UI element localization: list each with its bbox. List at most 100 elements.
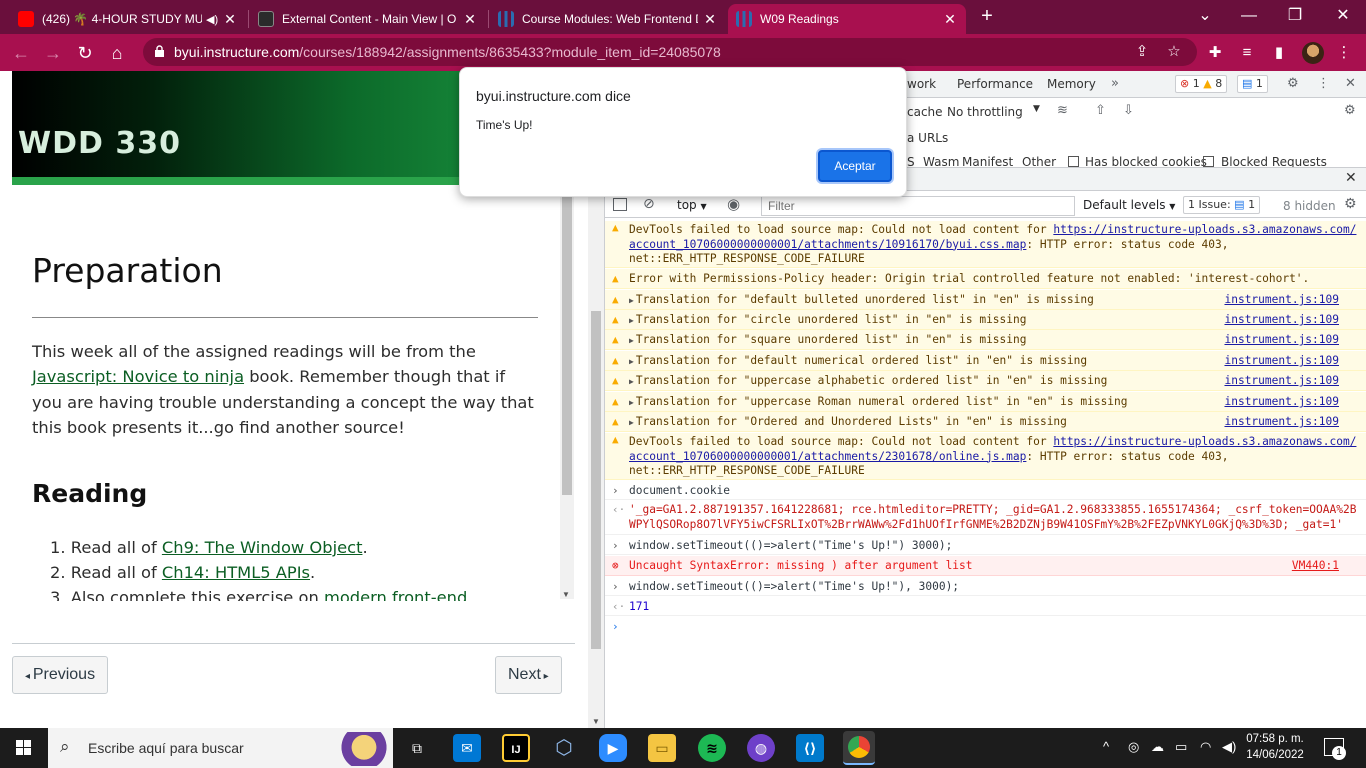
expand-triangle-icon[interactable]: ▶ xyxy=(629,336,634,345)
console-filter-input[interactable] xyxy=(761,196,1075,216)
throttling-select[interactable]: No throttling xyxy=(947,105,1023,119)
disable-cache-label[interactable]: cache xyxy=(907,105,943,119)
expand-triangle-icon[interactable]: ▶ xyxy=(629,316,634,325)
virtualbox-icon[interactable]: ⬡ xyxy=(550,734,578,762)
scroll-down-icon[interactable]: ▼ xyxy=(592,717,600,726)
chapter-link[interactable]: Ch9: The Window Object xyxy=(162,538,363,557)
console-input-line[interactable]: › window.setTimeout(()=>alert("Time's Up!… xyxy=(605,577,1366,596)
network-settings-icon[interactable]: ⚙ xyxy=(1344,103,1356,118)
close-devtools-icon[interactable]: ✕ xyxy=(1345,76,1356,91)
console-settings-icon[interactable]: ⚙ xyxy=(1344,196,1357,212)
clear-console-icon[interactable]: ⊘ xyxy=(643,196,655,212)
home-icon[interactable]: ⌂ xyxy=(104,40,130,66)
hide-data-urls-label[interactable]: a URLs xyxy=(907,131,948,145)
close-drawer-icon[interactable]: ✕ xyxy=(1345,170,1357,186)
source-map-link[interactable]: https://instructure-uploads.s3.amazonaws… xyxy=(1053,223,1356,236)
upload-icon[interactable]: ⇧ xyxy=(1095,103,1106,118)
volume-icon[interactable]: ◀) xyxy=(1222,739,1236,755)
accept-button[interactable]: Aceptar xyxy=(818,150,892,182)
minimize-button[interactable]: — xyxy=(1226,4,1272,30)
file-explorer-icon[interactable]: ▭ xyxy=(648,734,676,762)
back-arrow-icon[interactable]: ← xyxy=(8,40,34,66)
book-link[interactable]: Javascript: Novice to ninja xyxy=(32,367,244,386)
console-input-line[interactable]: › window.setTimeout(()=>alert("Time's Up!… xyxy=(605,536,1366,555)
close-tab-icon[interactable]: ✕ xyxy=(942,11,958,28)
error-warning-badge[interactable]: ⊗ 1 ▲ 8 xyxy=(1175,75,1228,93)
taskbar-clock[interactable]: 07:58 p. m. 14/06/2022 xyxy=(1244,731,1306,763)
tab-memory[interactable]: Memory xyxy=(1047,77,1096,91)
console-warning[interactable]: ▲ ▶ Translation for "uppercase Roman numer… xyxy=(605,392,1366,412)
download-icon[interactable]: ⇩ xyxy=(1123,103,1134,118)
sidebar-toggle-icon[interactable] xyxy=(613,198,627,211)
issues-badge[interactable]: ▤ 1 xyxy=(1237,75,1268,93)
source-map-link[interactable]: account_10706000000000001/attachments/23… xyxy=(629,450,1026,463)
next-button[interactable]: Next ▸ xyxy=(495,656,562,694)
source-link[interactable]: instrument.js:109 xyxy=(1224,333,1339,348)
restore-button[interactable]: ❐ xyxy=(1272,4,1318,30)
close-tab-icon[interactable]: ✕ xyxy=(222,11,238,28)
expand-triangle-icon[interactable]: ▶ xyxy=(629,296,634,305)
tab-network[interactable]: work xyxy=(907,77,936,91)
browser-tab-course-modules[interactable]: Course Modules: Web Frontend D ✕ xyxy=(490,4,726,34)
checkbox[interactable] xyxy=(1203,156,1214,167)
github-icon[interactable]: ◍ xyxy=(747,734,775,762)
side-panel-icon[interactable]: ▮ xyxy=(1269,43,1289,63)
console-warning[interactable]: ▲ ▶ Translation for "Ordered and Unordered… xyxy=(605,412,1366,432)
source-link[interactable]: instrument.js:109 xyxy=(1224,374,1339,389)
source-map-link[interactable]: https://instructure-uploads.s3.amazonaws… xyxy=(1053,435,1356,448)
extensions-puzzle-icon[interactable]: ✚ xyxy=(1205,43,1225,63)
expand-triangle-icon[interactable]: ▶ xyxy=(629,377,634,386)
source-link[interactable]: VM440:1 xyxy=(1292,559,1339,574)
scroll-down-icon[interactable]: ▼ xyxy=(562,590,570,599)
forward-arrow-icon[interactable]: → xyxy=(40,40,66,66)
console-warning[interactable]: ▲ ▶ Translation for "default numerical ord… xyxy=(605,351,1366,371)
console-warning[interactable]: ▲ ▶ Translation for "square unordered list… xyxy=(605,330,1366,350)
battery-icon[interactable]: ▭ xyxy=(1175,739,1187,755)
scrollbar-thumb[interactable] xyxy=(562,195,572,495)
source-link[interactable]: instrument.js:109 xyxy=(1224,415,1339,430)
url-text[interactable]: byui.instructure.com/courses/188942/assi… xyxy=(174,44,721,60)
scrollbar-thumb[interactable] xyxy=(591,311,601,649)
source-map-link[interactable]: account_10706000000000001/attachments/10… xyxy=(629,238,1026,251)
expand-triangle-icon[interactable]: ▶ xyxy=(629,418,634,427)
close-tab-icon[interactable]: ✕ xyxy=(462,11,478,28)
expand-triangle-icon[interactable]: ▶ xyxy=(629,357,634,366)
windows-start-icon[interactable] xyxy=(0,728,48,768)
wifi-icon[interactable]: ≋ xyxy=(1057,103,1068,118)
jetbrains-icon[interactable]: IJ xyxy=(502,734,530,762)
onedrive-cloud-icon[interactable]: ☁ xyxy=(1151,739,1164,755)
browser-tab-external-content[interactable]: External Content - Main View | O ✕ xyxy=(250,4,486,34)
chevron-down-icon[interactable]: ▼ xyxy=(1033,104,1040,114)
profile-avatar[interactable] xyxy=(1302,42,1324,64)
chapter-link[interactable]: Ch14: HTML5 APIs xyxy=(162,563,310,582)
more-tabs-chevron-icon[interactable]: » xyxy=(1111,76,1119,91)
issues-button[interactable]: 1 Issue: ▤ 1 xyxy=(1183,196,1261,214)
console-prompt[interactable]: › xyxy=(605,617,1366,637)
mail-icon[interactable]: ✉ xyxy=(453,734,481,762)
media-queue-icon[interactable]: ≡ xyxy=(1237,43,1257,63)
tab-performance[interactable]: Performance xyxy=(957,77,1033,91)
task-view-icon[interactable]: ⧉ xyxy=(403,734,431,762)
close-tab-icon[interactable]: ✕ xyxy=(702,11,718,28)
console-warning[interactable]: ▲ ▶ Translation for "uppercase alphabetic … xyxy=(605,371,1366,391)
console-warning[interactable]: ▲ ▶ Translation for "default bulleted unor… xyxy=(605,290,1366,310)
context-select[interactable]: top ▼ xyxy=(677,198,707,212)
zoom-icon[interactable]: ▶ xyxy=(599,734,627,762)
taskbar-search-box[interactable]: ⌕ Escribe aquí para buscar xyxy=(48,728,393,768)
previous-button[interactable]: ◂ Previous xyxy=(12,656,109,694)
settings-gear-icon[interactable]: ⚙ xyxy=(1287,76,1299,91)
console-warning[interactable]: ▲ ▶ Translation for "circle unordered list… xyxy=(605,310,1366,330)
close-window-button[interactable]: ✕ xyxy=(1320,4,1366,30)
show-hidden-icons-chevron-icon[interactable]: ^ xyxy=(1103,739,1109,754)
vscode-icon[interactable]: ⟨⟩ xyxy=(796,734,824,762)
new-tab-button[interactable]: + xyxy=(976,6,998,28)
speaker-icon[interactable]: ◀) xyxy=(206,13,218,26)
source-link[interactable]: instrument.js:109 xyxy=(1224,313,1339,328)
checkbox[interactable] xyxy=(1068,156,1079,167)
tab-search-chevron-down-icon[interactable]: ⌄ xyxy=(1182,4,1228,30)
source-link[interactable]: instrument.js:109 xyxy=(1224,395,1339,410)
reload-icon[interactable]: ↻ xyxy=(72,40,98,66)
expand-triangle-icon[interactable]: ▶ xyxy=(629,398,634,407)
address-bar[interactable]: byui.instructure.com/courses/188942/assi… xyxy=(143,38,1197,66)
browser-tab-w09-readings[interactable]: W09 Readings ✕ xyxy=(728,4,966,34)
